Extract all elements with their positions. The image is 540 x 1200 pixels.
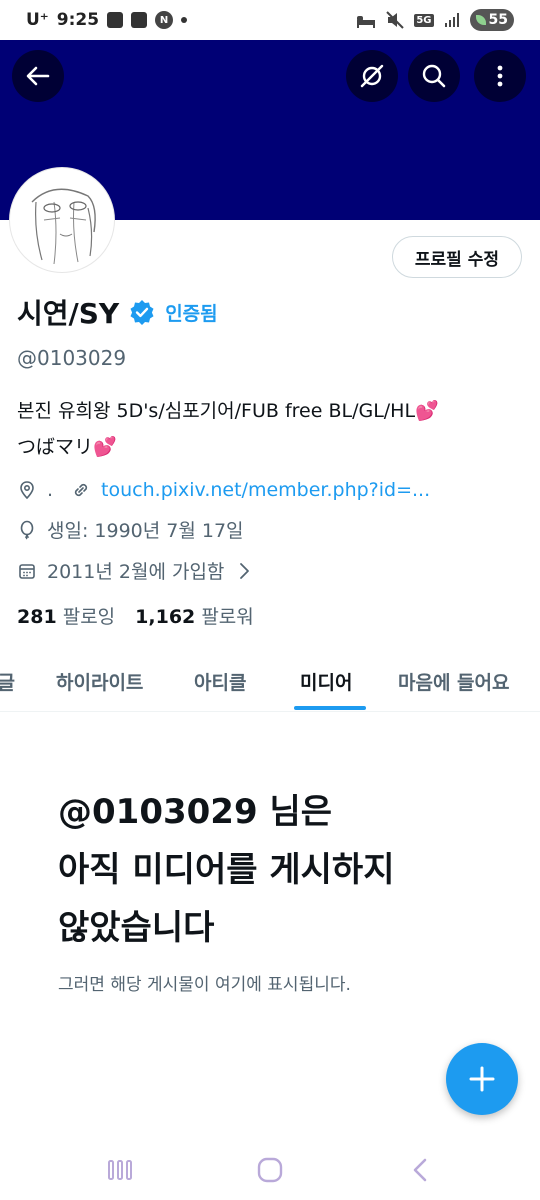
heart-emoji-icon: 💕: [415, 400, 439, 422]
system-navigation-bar: [0, 1140, 540, 1200]
tab-likes[interactable]: 마음에 들어요: [398, 650, 510, 712]
joined-text: 2011년 2월에 가입함: [47, 561, 225, 583]
bio-line: つばマリ💕: [17, 429, 517, 465]
verified-badge-icon[interactable]: [129, 299, 155, 325]
profile-tabs: 답글 하이라이트 아티클 미디어 마음에 들어요: [0, 650, 540, 712]
chevron-right-icon: [240, 562, 250, 579]
birthday-text: 생일: 1990년 7월 17일: [47, 520, 244, 542]
recent-apps-button[interactable]: [100, 1152, 140, 1188]
tab-highlights[interactable]: 하이라이트: [56, 650, 143, 712]
balloon-icon: [20, 520, 34, 539]
bio: 본진 유희왕 5D's/심포기어/FUB free BL/GL/HL💕 つばマリ…: [17, 393, 517, 465]
follow-stats: 281 팔로잉 1,162 팔로워: [17, 602, 254, 629]
notification-app-icon: [107, 12, 124, 28]
search-icon: [422, 64, 446, 88]
notification-n-icon: N: [155, 11, 174, 29]
battery-level: 55: [488, 12, 508, 28]
empty-state-title: @0103029 님은 아직 미디어를 게시하지 않았습니다: [58, 783, 498, 957]
clock: 9:25: [56, 10, 100, 30]
notification-doc-icon: [131, 12, 148, 28]
verified-label[interactable]: 인증됨: [165, 299, 217, 326]
avatar-sketch-image: [31, 188, 96, 265]
empty-title-line-2: 아직 미디어를 게시하지: [58, 850, 395, 890]
tab-replies[interactable]: 답글: [0, 650, 15, 712]
grok-button[interactable]: [346, 50, 398, 102]
heart-emoji-icon: 💕: [93, 436, 117, 458]
back-chevron-icon: [413, 1158, 427, 1182]
recent-apps-icon: [108, 1160, 132, 1180]
joined-row[interactable]: 2011년 2월에 가입함: [17, 557, 254, 584]
website-link[interactable]: touch.pixiv.net/member.php?id=...: [101, 479, 430, 501]
back-arrow-icon: [26, 66, 50, 86]
network-type: 5G: [414, 13, 434, 27]
back-button[interactable]: [12, 50, 64, 102]
empty-state-subtitle: 그러면 해당 게시물이 여기에 표시됩니다.: [58, 975, 351, 995]
more-notifications-icon: [181, 17, 188, 23]
bio-line: 본진 유희왕 5D's/심포기어/FUB free BL/GL/HL💕: [17, 393, 517, 429]
more-options-button[interactable]: [474, 50, 526, 102]
compose-post-button[interactable]: [446, 1043, 518, 1115]
tab-articles[interactable]: 아티클: [194, 650, 246, 712]
grok-icon: [360, 64, 384, 88]
location-text: .: [47, 479, 54, 501]
display-name: 시연/SY: [17, 297, 120, 330]
signal-icon: [444, 13, 459, 27]
edit-profile-button[interactable]: 프로필 수정: [391, 236, 522, 278]
following-label: 팔로잉: [62, 606, 116, 628]
search-button[interactable]: [408, 50, 460, 102]
birthday-row: 생일: 1990년 7월 17일: [17, 516, 244, 543]
mute-icon: [386, 11, 405, 29]
empty-title-line-3: 않았습니다: [58, 908, 215, 948]
followers-label: 팔로워: [201, 606, 254, 628]
following-count: 281: [17, 606, 57, 628]
status-bar: U⁺ 9:25 N 5G 55: [0, 0, 540, 40]
name-row: 시연/SY 인증됨: [17, 292, 218, 332]
followers-count: 1,162: [135, 606, 196, 628]
avatar[interactable]: [10, 168, 114, 272]
battery-indicator: 55: [469, 9, 514, 31]
followers-stat[interactable]: 1,162 팔로워: [135, 602, 254, 629]
sleep-mode-icon: [357, 16, 376, 28]
location-pin-icon: [20, 481, 34, 500]
empty-title-line-1: @0103029 님은: [58, 792, 332, 832]
calendar-icon: [19, 563, 35, 579]
user-handle: @0103029: [17, 346, 127, 370]
tab-media[interactable]: 미디어: [300, 650, 352, 712]
following-stat[interactable]: 281 팔로잉: [17, 602, 115, 629]
home-button[interactable]: [250, 1152, 290, 1188]
active-tab-indicator: [294, 706, 366, 710]
location-website-row: . touch.pixiv.net/member.php?id=...: [17, 479, 430, 501]
bio-line-2: つばマリ: [17, 436, 94, 458]
plus-icon: [469, 1066, 495, 1092]
back-nav-button[interactable]: [400, 1152, 440, 1188]
carrier-label: U⁺: [26, 10, 49, 30]
power-saving-icon: [475, 15, 486, 25]
home-icon: [257, 1157, 283, 1183]
bio-line-1: 본진 유희왕 5D's/심포기어/FUB free BL/GL/HL: [17, 400, 416, 422]
more-vertical-icon: [497, 65, 503, 87]
link-icon: [74, 483, 88, 497]
